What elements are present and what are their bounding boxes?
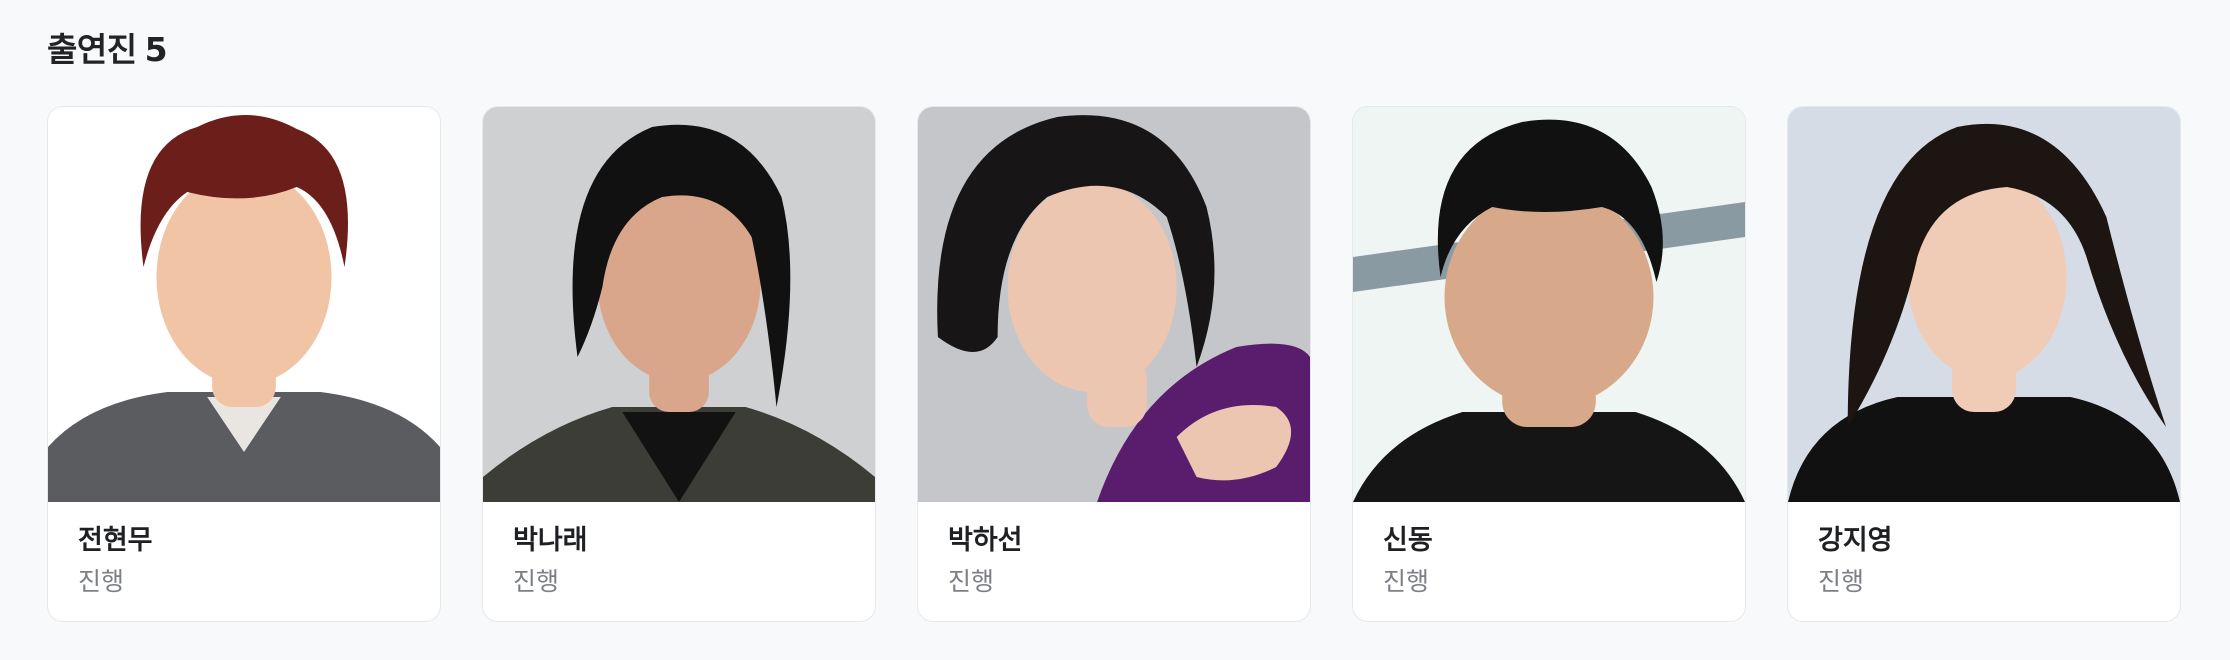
cast-photo bbox=[48, 107, 440, 502]
cast-count: 5 bbox=[144, 30, 168, 69]
section-title-label: 출연진 bbox=[47, 30, 137, 69]
cast-role: 진행 bbox=[1818, 567, 1865, 596]
cast-list: 전현무 진행 박나래 진행 박하선 진행 신동 진행 강지영 진행 bbox=[47, 106, 2181, 622]
portrait-image bbox=[1353, 107, 1745, 502]
cast-name: 박하선 bbox=[948, 525, 1023, 556]
cast-role: 진행 bbox=[78, 567, 125, 596]
cast-card[interactable]: 박나래 진행 bbox=[482, 106, 876, 622]
portrait-image bbox=[918, 107, 1310, 502]
cast-section: 출연진 5 전현무 진행 박나래 진행 박하선 진행 신동 진행 강지영 진행 bbox=[0, 0, 2230, 660]
portrait-image bbox=[1788, 107, 2180, 502]
cast-info: 박나래 진행 bbox=[483, 502, 875, 600]
portrait-face bbox=[156, 169, 332, 385]
cast-info: 전현무 진행 bbox=[48, 502, 440, 600]
portrait-image bbox=[483, 107, 875, 502]
portrait-face bbox=[1007, 182, 1177, 392]
portrait-face bbox=[1444, 187, 1654, 407]
cast-name: 신동 bbox=[1383, 525, 1433, 556]
cast-photo bbox=[483, 107, 875, 502]
portrait-image bbox=[48, 107, 440, 502]
cast-role: 진행 bbox=[1383, 567, 1430, 596]
cast-photo bbox=[1788, 107, 2180, 502]
cast-card[interactable]: 박하선 진행 bbox=[917, 106, 1311, 622]
cast-card[interactable]: 전현무 진행 bbox=[47, 106, 441, 622]
cast-card[interactable]: 신동 진행 bbox=[1352, 106, 1746, 622]
cast-info: 박하선 진행 bbox=[918, 502, 1310, 600]
cast-photo bbox=[1353, 107, 1745, 502]
cast-info: 강지영 진행 bbox=[1788, 502, 2180, 600]
cast-name: 전현무 bbox=[78, 525, 153, 556]
cast-info: 신동 진행 bbox=[1353, 502, 1745, 600]
cast-name: 강지영 bbox=[1818, 525, 1893, 556]
section-title: 출연진 5 bbox=[47, 28, 168, 72]
cast-role: 진행 bbox=[948, 567, 995, 596]
cast-name: 박나래 bbox=[513, 525, 588, 556]
cast-card[interactable]: 강지영 진행 bbox=[1787, 106, 2181, 622]
cast-photo bbox=[918, 107, 1310, 502]
cast-role: 진행 bbox=[513, 567, 560, 596]
